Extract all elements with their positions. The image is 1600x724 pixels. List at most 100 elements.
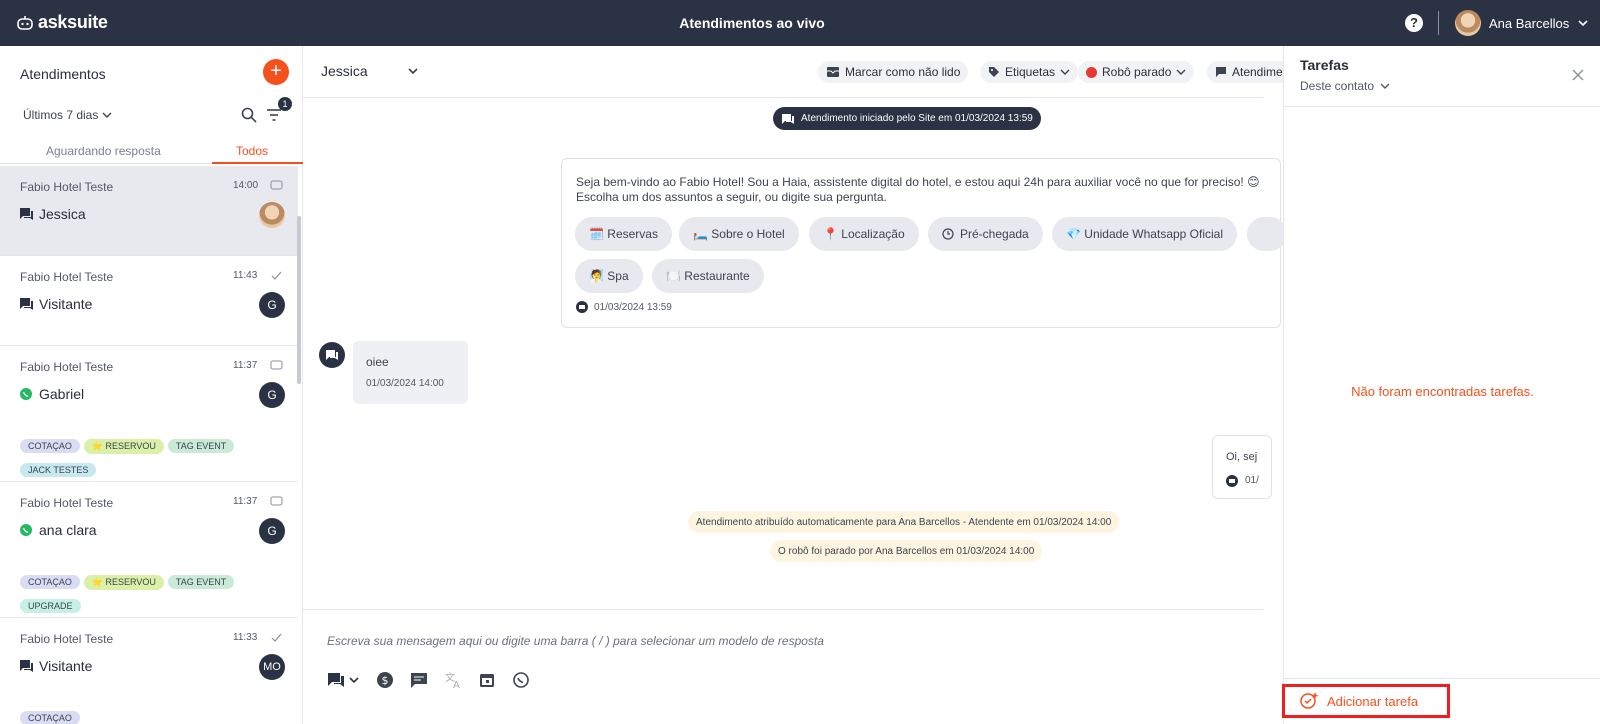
visitor-message-time: 01/03/2024 14:00	[366, 378, 444, 389]
quick-reply-button[interactable]: 🗓️ Reservas	[575, 217, 672, 251]
hotel-name: Fabio Hotel Teste	[20, 270, 114, 284]
mail-icon	[827, 67, 839, 77]
item-time: 11:37	[233, 496, 258, 507]
search-icon[interactable]	[240, 106, 258, 124]
add-task-label: Adicionar tarefa	[1327, 693, 1419, 709]
tasks-panel: Tarefas Deste contato Não foram encontra…	[1282, 46, 1600, 724]
system-note: O robô foi parado por Ana Barcellos em 0…	[770, 540, 1043, 562]
agent-message: Oi, sej 01/	[1212, 435, 1272, 499]
payment-icon[interactable]: $	[375, 670, 395, 690]
tab-all[interactable]: Todos	[236, 144, 268, 158]
empty-tasks-message: Não foram encontradas tarefas.	[1351, 384, 1534, 399]
contact-select[interactable]: Jessica	[321, 63, 368, 79]
quick-reply-button[interactable]: 📍 Localização	[809, 217, 919, 251]
user-menu[interactable]: Ana Barcellos	[1455, 10, 1589, 36]
stopped-dot-icon	[1086, 66, 1097, 78]
message-status-icon	[270, 496, 283, 506]
tasks-filter-label: Deste contato	[1300, 79, 1375, 93]
tasks-filter-select[interactable]: Deste contato	[1300, 79, 1390, 93]
whatsapp-icon[interactable]	[511, 670, 531, 690]
template-message-icon[interactable]	[409, 670, 429, 690]
visitor-message: oiee 01/03/2024 14:00	[353, 341, 468, 404]
translate-icon[interactable]: 文A	[443, 670, 463, 690]
message-composer: Escreva sua mensagem aqui ou digite uma …	[303, 609, 1263, 724]
contact-name: ana clara	[39, 522, 97, 538]
hotel-name: Fabio Hotel Teste	[20, 632, 114, 646]
avatar	[259, 202, 285, 228]
bot-message-time: 01/03/2024 13:59	[594, 301, 672, 313]
add-task-button[interactable]: Adicionar tarefa	[1282, 684, 1450, 718]
chat-channel-icon	[20, 298, 33, 310]
tag: UPGRADE	[20, 599, 81, 613]
help-icon[interactable]: ?	[1405, 14, 1423, 32]
quick-reply-button[interactable]: 🧖 Spa	[575, 259, 643, 293]
list-item[interactable]: Fabio Hotel Teste 11:43 Visitante G	[0, 256, 298, 346]
avatar: MO	[259, 654, 285, 680]
divider	[1284, 678, 1600, 679]
chevron-down-icon	[1578, 20, 1588, 27]
chat-panel: Jessica Marcar como não lido Etiquetas R…	[303, 46, 1291, 724]
tags-label: Etiquetas	[1005, 65, 1056, 79]
agent-message-time: 01/	[1245, 475, 1259, 486]
bot-icon	[576, 301, 588, 313]
tag: COTAÇAO	[20, 439, 80, 453]
scrollbar[interactable]	[297, 216, 301, 384]
avatar: G	[259, 518, 285, 544]
message-input[interactable]: Escreva sua mensagem aqui ou digite uma …	[327, 634, 824, 648]
avatar: G	[259, 382, 285, 408]
conversation-sidebar: Atendimentos + Últimos 7 dias 1 Aguardan…	[0, 46, 303, 724]
conversation-list: Fabio Hotel Teste 14:00 Jessica Fabio Ho…	[0, 166, 298, 724]
item-time: 11:37	[233, 360, 258, 371]
list-item[interactable]: Fabio Hotel Teste 11:33 Visitante MO COT…	[0, 618, 298, 724]
attendance-label: Atendime	[1232, 65, 1283, 79]
visitor-message-text: oiee	[366, 355, 389, 369]
sidebar-tabs: Aguardando resposta Todos	[0, 142, 303, 164]
mark-unread-button[interactable]: Marcar como não lido	[818, 61, 969, 83]
chevron-down-icon[interactable]	[407, 66, 419, 76]
tags-button[interactable]: Etiquetas	[980, 61, 1079, 83]
mark-unread-label: Marcar como não lido	[845, 65, 961, 79]
chat-channel-icon	[20, 208, 33, 220]
tag-list: COTAÇAO	[20, 708, 260, 724]
divider	[1284, 106, 1600, 107]
period-label: Últimos 7 dias	[23, 108, 99, 122]
bot-icon	[1226, 475, 1238, 487]
quick-reply-button[interactable]: 🛏️ Sobre o Hotel	[679, 217, 799, 251]
top-bar: asksuite Atendimentos ao vivo ? Ana Barc…	[0, 0, 1600, 46]
quick-reply-button[interactable]: Pré-chegada	[928, 217, 1043, 251]
composer-toolbar: $ 文A	[327, 670, 531, 690]
tag: COTAÇAO	[20, 711, 80, 724]
divider	[1438, 11, 1439, 35]
tab-awaiting[interactable]: Aguardando resposta	[46, 144, 161, 158]
bot-message-meta: 01/03/2024 13:59	[576, 301, 672, 313]
comment-icon	[1216, 67, 1226, 77]
quick-reply-button[interactable]	[1247, 217, 1287, 251]
attendance-button[interactable]: Atendime	[1207, 61, 1291, 83]
tag: TAG EVENT	[167, 575, 235, 589]
calendar-icon[interactable]	[477, 670, 497, 690]
quick-reply-label: Pré-chegada	[960, 227, 1029, 241]
item-time: 11:43	[233, 270, 258, 281]
list-item[interactable]: Fabio Hotel Teste 14:00 Jessica	[0, 166, 298, 256]
add-conversation-button[interactable]: +	[263, 59, 289, 85]
page-title: Atendimentos ao vivo	[679, 15, 825, 31]
robot-status-button[interactable]: Robô parado	[1078, 61, 1195, 83]
list-item[interactable]: Fabio Hotel Teste 11:37 ana clara G COTA…	[0, 482, 298, 618]
quick-reply-button[interactable]: 🍽️ Restaurante	[652, 259, 764, 293]
user-name: Ana Barcellos	[1489, 15, 1570, 31]
agent-message-text: Oi, sej	[1226, 451, 1258, 463]
whatsapp-icon	[20, 388, 32, 400]
hotel-name: Fabio Hotel Teste	[20, 360, 114, 374]
list-item[interactable]: Fabio Hotel Teste 11:37 Gabriel G COTAÇA…	[0, 346, 298, 482]
close-icon[interactable]	[1571, 68, 1585, 82]
period-select[interactable]: Últimos 7 dias	[23, 108, 112, 122]
chat-icon	[782, 113, 794, 124]
system-note: Atendimento atribuído automaticamente pa…	[688, 511, 1120, 533]
whatsapp-icon	[20, 524, 32, 536]
check-icon	[271, 633, 282, 642]
channel-select-icon[interactable]	[327, 670, 361, 690]
quick-reply-button[interactable]: 💎 Unidade Whatsapp Oficial	[1052, 217, 1238, 251]
chat-start-text: Atendimento iniciado pelo Site em 01/03/…	[801, 113, 1033, 124]
clock-icon	[942, 228, 954, 240]
avatar	[1455, 10, 1481, 36]
